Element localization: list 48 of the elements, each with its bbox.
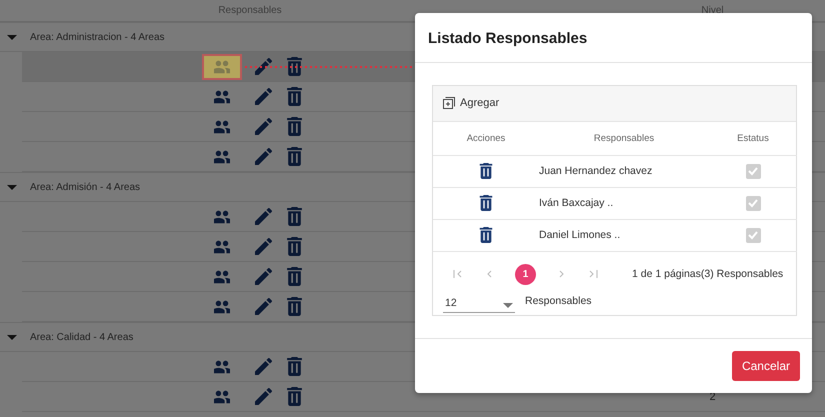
checkbox[interactable] bbox=[746, 228, 760, 243]
dialog-title: Listado Responsables bbox=[415, 13, 812, 63]
edit-button[interactable] bbox=[255, 298, 272, 315]
users-button[interactable] bbox=[214, 238, 230, 254]
caret-icon[interactable] bbox=[6, 183, 18, 191]
group-label: Area: Calidad - 4 Areas bbox=[30, 332, 134, 342]
column-header: Nivel bbox=[700, 5, 725, 16]
edit-button[interactable] bbox=[255, 358, 272, 375]
checkbox[interactable] bbox=[746, 164, 760, 179]
cancel-button[interactable]: Cancelar bbox=[732, 350, 800, 381]
caret-icon[interactable] bbox=[6, 33, 18, 41]
add-button[interactable]: Agregar bbox=[443, 97, 500, 110]
column-header: Estatus bbox=[737, 132, 769, 144]
edit-button[interactable] bbox=[255, 88, 272, 105]
pagination-summary: 1 de 1 páginas(3) Responsables bbox=[632, 268, 784, 280]
delete-button[interactable] bbox=[478, 163, 494, 180]
edit-button[interactable] bbox=[255, 148, 272, 165]
caret-icon[interactable] bbox=[6, 333, 18, 341]
users-button[interactable] bbox=[214, 358, 230, 374]
table-cell: Daniel Limones .. bbox=[539, 229, 620, 242]
edit-button[interactable] bbox=[255, 208, 272, 225]
table-cell: Juan Hernandez chavez bbox=[539, 165, 652, 178]
users-button[interactable] bbox=[214, 208, 230, 224]
add-icon bbox=[443, 97, 455, 110]
edit-button[interactable] bbox=[255, 238, 272, 255]
users-button[interactable] bbox=[214, 88, 230, 104]
dropdown-caret-icon bbox=[503, 302, 513, 309]
edit-button[interactable] bbox=[255, 388, 272, 405]
users-button[interactable] bbox=[214, 148, 230, 164]
delete-button[interactable] bbox=[478, 195, 494, 212]
checkbox[interactable] bbox=[746, 196, 760, 211]
page-button[interactable]: 1 bbox=[515, 264, 536, 285]
users-button[interactable] bbox=[214, 118, 230, 134]
page-size-label: Responsables bbox=[525, 294, 592, 307]
column-header: Acciones bbox=[466, 132, 506, 144]
users-button[interactable] bbox=[214, 388, 230, 404]
page-size-dropdown[interactable]: 12 bbox=[443, 290, 515, 313]
delete-button[interactable] bbox=[478, 227, 494, 244]
column-header: Responsables bbox=[217, 5, 283, 16]
edit-button[interactable] bbox=[255, 268, 272, 285]
edit-button[interactable] bbox=[255, 118, 272, 135]
users-button[interactable] bbox=[214, 298, 230, 314]
group-label: Area: Administracion - 4 Areas bbox=[30, 32, 165, 42]
edit-button[interactable] bbox=[255, 58, 272, 75]
group-label: Area: Admisión - 4 Areas bbox=[30, 182, 140, 192]
table-cell: Iván Baxcajay .. bbox=[539, 197, 614, 210]
column-header: Responsables bbox=[594, 132, 654, 144]
users-button[interactable] bbox=[214, 268, 230, 284]
